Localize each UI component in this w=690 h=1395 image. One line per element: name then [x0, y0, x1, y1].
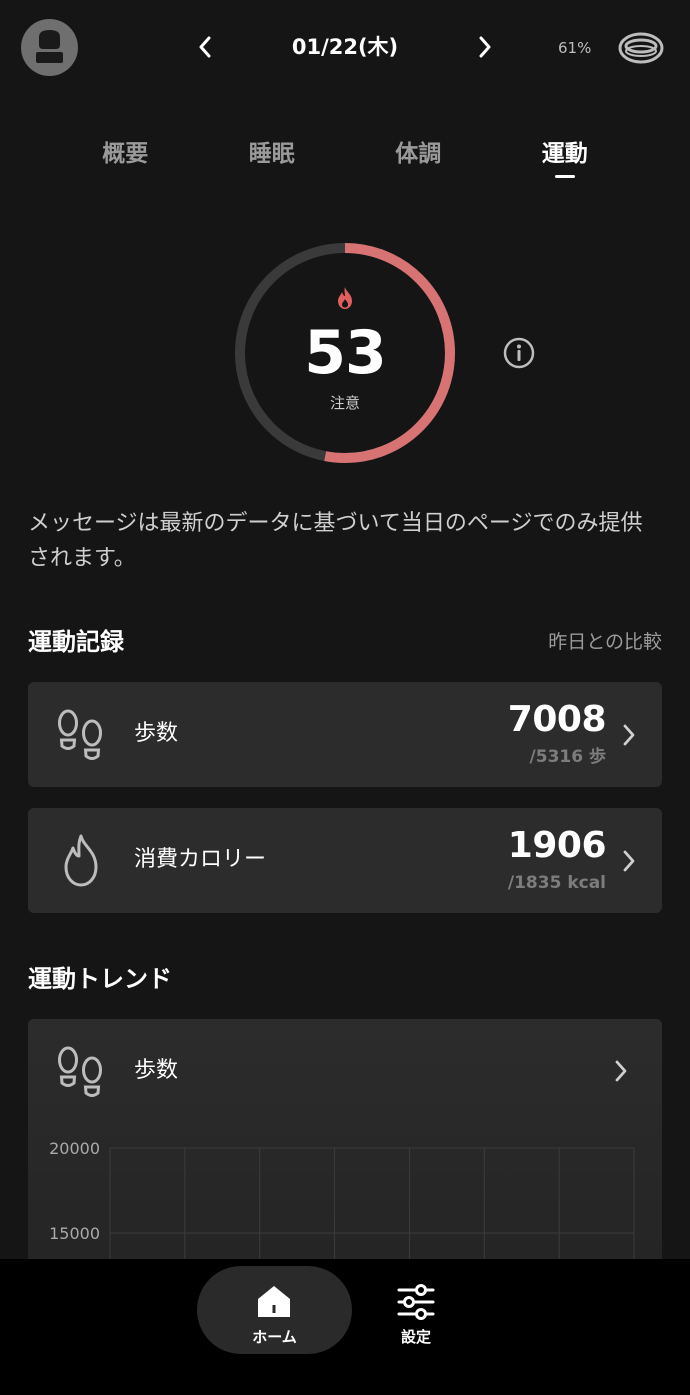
battery-level: 61% — [558, 39, 592, 57]
nav-home-label: ホーム — [252, 1328, 297, 1346]
chevron-right-icon — [615, 1060, 627, 1082]
steps-label: 歩数 — [134, 721, 179, 746]
y-tick-label: 15000 — [49, 1224, 100, 1243]
flame-icon — [338, 287, 352, 309]
trend-steps-label: 歩数 — [134, 1058, 179, 1083]
nav-settings-button[interactable]: 設定 — [376, 1266, 456, 1354]
home-icon — [258, 1286, 290, 1317]
tab-sleep[interactable]: 睡眠 — [199, 130, 346, 186]
tab-exercise[interactable]: 運動 — [492, 130, 639, 186]
footprints-icon — [58, 709, 102, 760]
score-status: 注意 — [329, 394, 360, 412]
current-date[interactable]: 01/22(木) — [245, 30, 445, 64]
steps-record-card[interactable]: 歩数 7008 /5316 歩 — [28, 682, 662, 787]
chevron-right-icon — [623, 724, 635, 746]
calories-value: 1906 — [507, 825, 607, 866]
user-avatar-icon[interactable] — [21, 19, 78, 76]
smart-ring-icon[interactable] — [617, 30, 665, 66]
category-tabs: 概要 睡眠 体調 運動 — [52, 130, 638, 186]
calories-previous: /1835 kcal — [507, 873, 606, 893]
steps-previous: /5316 歩 — [529, 747, 606, 767]
exercise-score-ring: 53 注意 — [233, 241, 457, 465]
nav-settings-label: 設定 — [400, 1328, 431, 1346]
chevron-right-icon — [623, 850, 635, 872]
calories-label: 消費カロリー — [134, 847, 267, 872]
info-message: メッセージは最新のデータに基づいて当日のページでのみ提供されます。 — [28, 511, 643, 571]
chevron-right-icon — [479, 36, 491, 58]
y-tick-label: 20000 — [49, 1139, 100, 1158]
nav-home-button[interactable]: ホーム — [197, 1266, 352, 1354]
app-screen: 01/22(木) 61% 概要 睡眠 体調 運動 53 注意 メッセージは最新の… — [0, 0, 690, 1395]
previous-day-button[interactable] — [190, 30, 220, 64]
flame-icon — [64, 834, 98, 887]
info-icon[interactable] — [503, 337, 535, 369]
top-header: 01/22(木) 61% — [0, 0, 690, 96]
bottom-navigation: ホーム 設定 — [0, 1259, 690, 1395]
next-day-button[interactable] — [470, 30, 500, 64]
records-section-title: 運動記録 — [28, 628, 124, 656]
tab-overview[interactable]: 概要 — [52, 130, 199, 186]
sliders-icon — [397, 1284, 435, 1320]
steps-value: 7008 — [507, 699, 607, 740]
tab-condition[interactable]: 体調 — [345, 130, 492, 186]
footprints-icon — [58, 1046, 102, 1097]
score-value: 53 — [304, 318, 387, 388]
chevron-left-icon — [199, 36, 211, 58]
compare-note: 昨日との比較 — [548, 631, 662, 653]
calories-record-card[interactable]: 消費カロリー 1906 /1835 kcal — [28, 808, 662, 913]
trend-section-title: 運動トレンド — [28, 965, 172, 993]
